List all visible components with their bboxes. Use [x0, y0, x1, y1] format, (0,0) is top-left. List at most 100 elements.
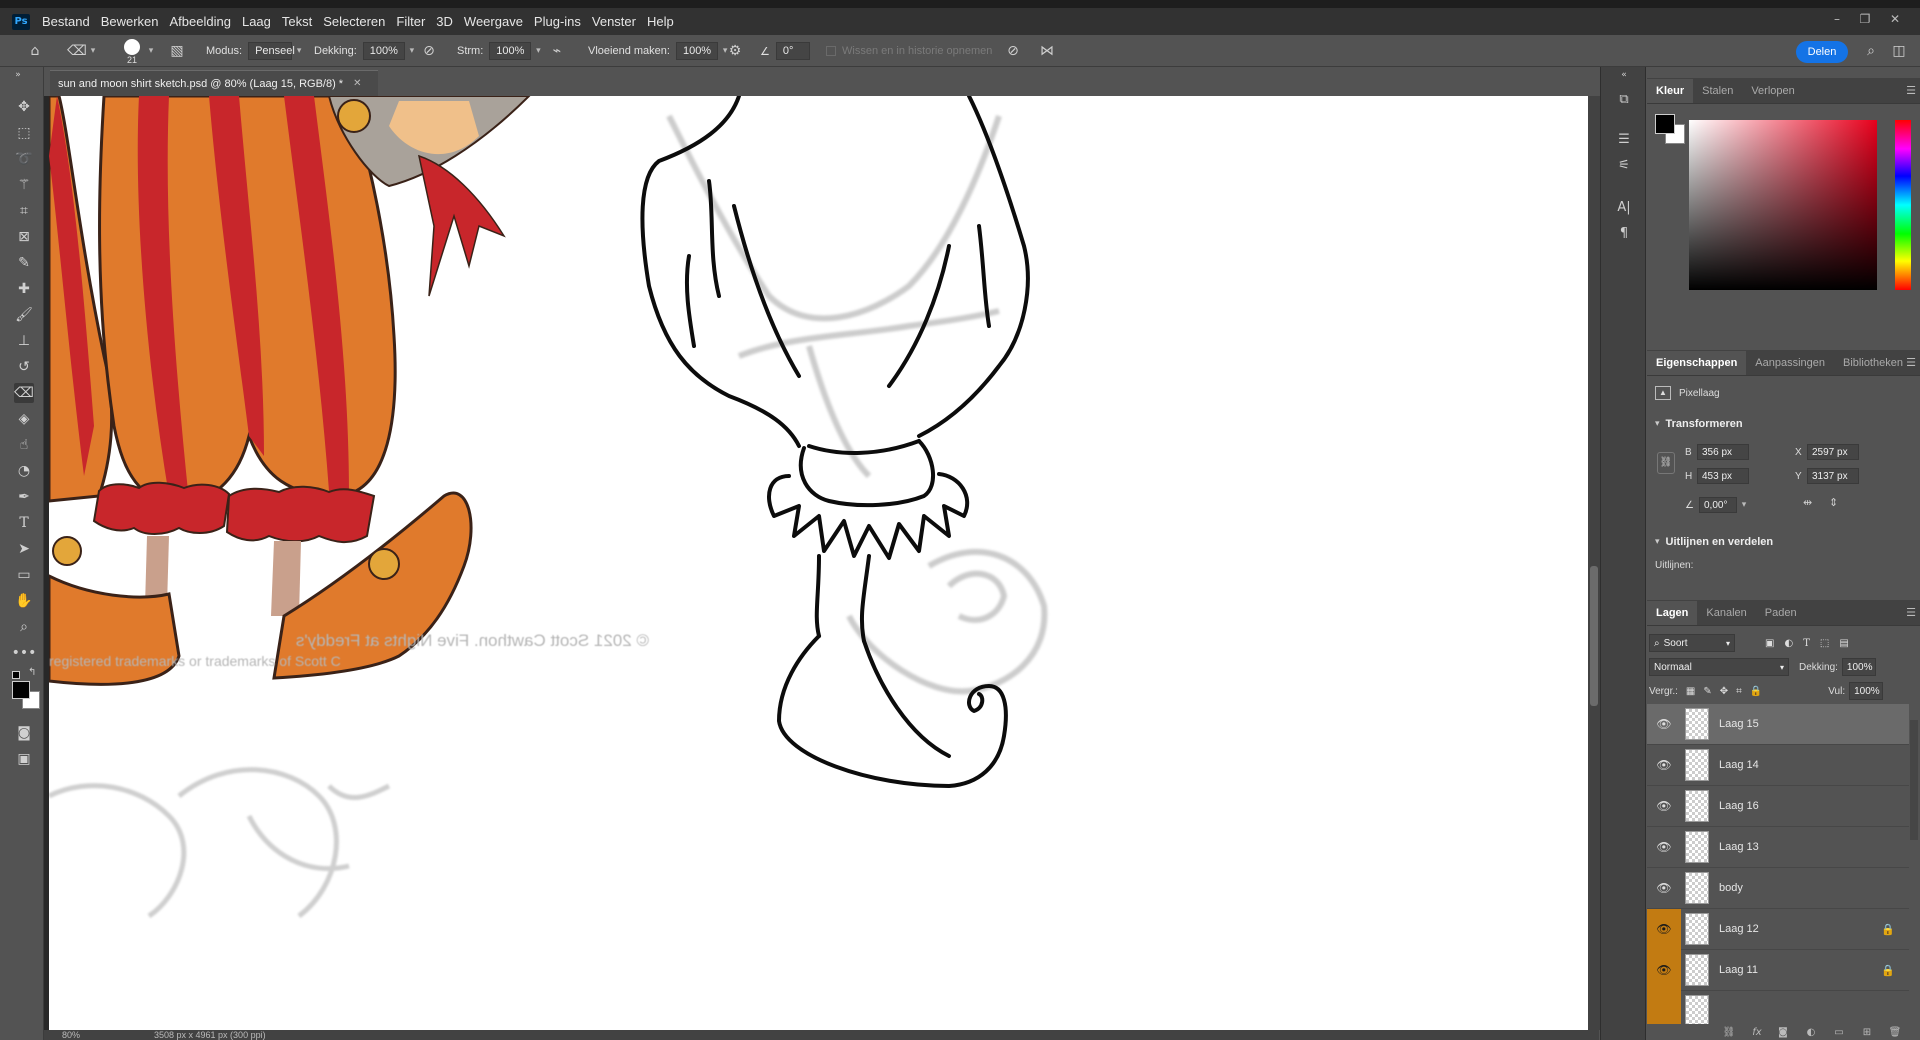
visibility-eye-icon[interactable] [1647, 990, 1681, 1024]
adjustment-layer-icon[interactable]: ◐ [1804, 1027, 1818, 1039]
visibility-eye-icon[interactable]: 👁 [1647, 949, 1681, 991]
link-layers-icon[interactable]: ⛓ [1722, 1027, 1736, 1039]
visibility-eye-icon[interactable]: 👁 [1647, 704, 1681, 745]
foreground-color-swatch[interactable] [1655, 114, 1675, 134]
eyedropper-tool-icon[interactable]: ✎ [14, 253, 34, 273]
opacity-input[interactable]: 100% [362, 42, 405, 60]
vertical-scrollbar[interactable] [1588, 96, 1600, 1030]
menu-select[interactable]: Selecteren [323, 14, 385, 29]
lock-icon[interactable]: 🔒 [1881, 923, 1895, 936]
tab-channels[interactable]: Kanalen [1697, 601, 1755, 625]
path-selection-tool-icon[interactable]: ➤ [14, 539, 34, 559]
layer-style-icon[interactable]: fx [1750, 1027, 1764, 1039]
history-checkbox[interactable] [826, 46, 836, 56]
menu-file[interactable]: Bestand [42, 14, 90, 29]
angle-input[interactable]: 0° [775, 42, 810, 60]
menu-3d[interactable]: 3D [436, 14, 453, 29]
history-option[interactable]: Wissen en in historie opnemen [826, 35, 992, 67]
tab-properties[interactable]: Eigenschappen [1647, 351, 1747, 375]
panel-menu-icon[interactable]: ☰ [1906, 356, 1916, 369]
character-panel-icon[interactable]: A| [1613, 197, 1635, 217]
magic-wand-tool-icon[interactable]: ⚚ [14, 175, 34, 195]
align-section-header[interactable]: ▾ Uitlijnen en verdelen [1655, 536, 1773, 548]
chevron-down-icon[interactable]: ▾ [405, 42, 419, 60]
healing-brush-tool-icon[interactable]: ✚ [14, 279, 34, 299]
close-icon[interactable]: ✕ [1888, 12, 1902, 26]
symmetry-icon[interactable]: ⋈ [1038, 42, 1056, 60]
eraser-tool-icon[interactable]: ⌫ [67, 42, 87, 60]
quick-mask-icon[interactable]: ◙ [14, 723, 34, 743]
transform-section-header[interactable]: ▾ Transformeren [1655, 418, 1743, 430]
menu-layer[interactable]: Laag [242, 14, 271, 29]
adjustments-panel-icon[interactable]: ⚟ [1613, 155, 1635, 175]
paint-bucket-tool-icon[interactable]: ◈ [14, 409, 34, 429]
lock-artboard-icon[interactable]: ⌗ [1736, 686, 1742, 697]
new-layer-icon[interactable]: ⊞ [1860, 1027, 1874, 1039]
filter-smart-object-icon[interactable]: ▤ [1839, 638, 1848, 649]
lock-all-icon[interactable]: 🔒 [1750, 686, 1762, 697]
x-input[interactable]: 2597 px [1807, 444, 1859, 460]
mode-select[interactable]: Penseel [248, 42, 295, 60]
tab-color[interactable]: Kleur [1647, 79, 1694, 103]
brush-settings-icon[interactable]: ▧ [168, 42, 186, 60]
chevron-down-icon[interactable]: ▾ [144, 42, 158, 60]
layer-row[interactable]: 👁 Laag 14 [1647, 745, 1909, 786]
visibility-eye-icon[interactable]: 👁 [1647, 745, 1681, 786]
collapse-icon[interactable]: » [8, 69, 28, 81]
lock-position-icon[interactable]: ✥ [1720, 686, 1728, 697]
filter-adjustment-icon[interactable]: ◐ [1784, 638, 1793, 649]
visibility-eye-icon[interactable]: 👁 [1647, 827, 1681, 868]
tab-libraries[interactable]: Bibliotheken [1834, 351, 1912, 375]
filter-type-icon[interactable]: T [1803, 638, 1810, 649]
screen-mode-icon[interactable]: ▣ [14, 749, 34, 769]
lock-icon[interactable]: 🔒 [1881, 964, 1895, 977]
layer-filter-select[interactable]: ⌕ Soort ▾ [1649, 634, 1735, 652]
lock-pixels-icon[interactable]: ✎ [1703, 686, 1711, 697]
chevron-down-icon[interactable]: ▾ [86, 42, 100, 60]
eraser-tool-icon[interactable]: ⌫ [14, 383, 34, 403]
layer-comps-icon[interactable]: ☰ [1613, 129, 1635, 149]
zoom-level[interactable]: 80% [62, 1030, 80, 1040]
layer-row[interactable]: 👁 Laag 11 🔒 [1647, 949, 1909, 991]
chevron-down-icon[interactable]: ▾ [292, 42, 306, 60]
document-tab[interactable]: sun and moon shirt sketch.psd @ 80% (Laa… [50, 70, 378, 96]
add-mask-icon[interactable]: ◙ [1776, 1027, 1790, 1039]
menu-filter[interactable]: Filter [396, 14, 425, 29]
layer-row[interactable]: 👁 body [1647, 868, 1909, 909]
smoothing-input[interactable]: 100% [675, 42, 719, 60]
search-icon[interactable]: ⌕ [1862, 42, 1880, 60]
menu-type[interactable]: Tekst [282, 14, 312, 29]
y-input[interactable]: 3137 px [1807, 468, 1859, 484]
minimize-icon[interactable]: – [1830, 12, 1844, 26]
fill-input[interactable]: 100% [1849, 682, 1884, 700]
scrollbar-thumb[interactable] [1590, 566, 1598, 706]
pressure-opacity-icon[interactable]: ⊘ [420, 42, 438, 60]
tab-swatches[interactable]: Stalen [1693, 79, 1742, 103]
hue-slider[interactable] [1895, 120, 1911, 290]
swap-colors-icon[interactable]: ↰ [28, 667, 36, 678]
menu-image[interactable]: Afbeelding [170, 14, 231, 29]
menu-edit[interactable]: Bewerken [101, 14, 159, 29]
layer-row[interactable]: 👁 Laag 16 [1647, 786, 1909, 827]
restore-icon[interactable]: ❐ [1858, 12, 1872, 26]
crop-tool-icon[interactable]: ⌗ [14, 201, 34, 221]
clone-stamp-tool-icon[interactable]: ⊥ [14, 331, 34, 351]
type-tool-icon[interactable]: T [14, 513, 34, 533]
lock-transparency-icon[interactable]: ▦ [1686, 686, 1695, 697]
move-tool-icon[interactable]: ✥ [14, 97, 34, 117]
delete-layer-icon[interactable]: 🗑 [1888, 1027, 1902, 1039]
panel-menu-icon[interactable]: ☰ [1906, 84, 1916, 97]
height-input[interactable]: 453 px [1697, 468, 1749, 484]
brush-preview[interactable] [124, 39, 140, 55]
gear-icon[interactable]: ⚙ [726, 42, 744, 60]
layer-row[interactable]: 👁 Laag 12 🔒 [1647, 908, 1909, 950]
dodge-tool-icon[interactable]: ◔ [14, 461, 34, 481]
color-field[interactable] [1689, 120, 1877, 290]
filter-pixel-icon[interactable]: ▣ [1765, 638, 1774, 649]
visibility-eye-icon[interactable]: 👁 [1647, 868, 1681, 909]
layer-row[interactable]: 👁 Laag 15 [1647, 704, 1909, 745]
link-dimensions-icon[interactable]: ⛓ [1657, 452, 1675, 474]
document-canvas[interactable]: © 2021 Scott Cawthon. Five Nights at Fre… [49, 96, 1589, 1030]
filter-shape-icon[interactable]: ⬚ [1820, 638, 1829, 649]
paragraph-panel-icon[interactable]: ¶ [1613, 223, 1635, 243]
